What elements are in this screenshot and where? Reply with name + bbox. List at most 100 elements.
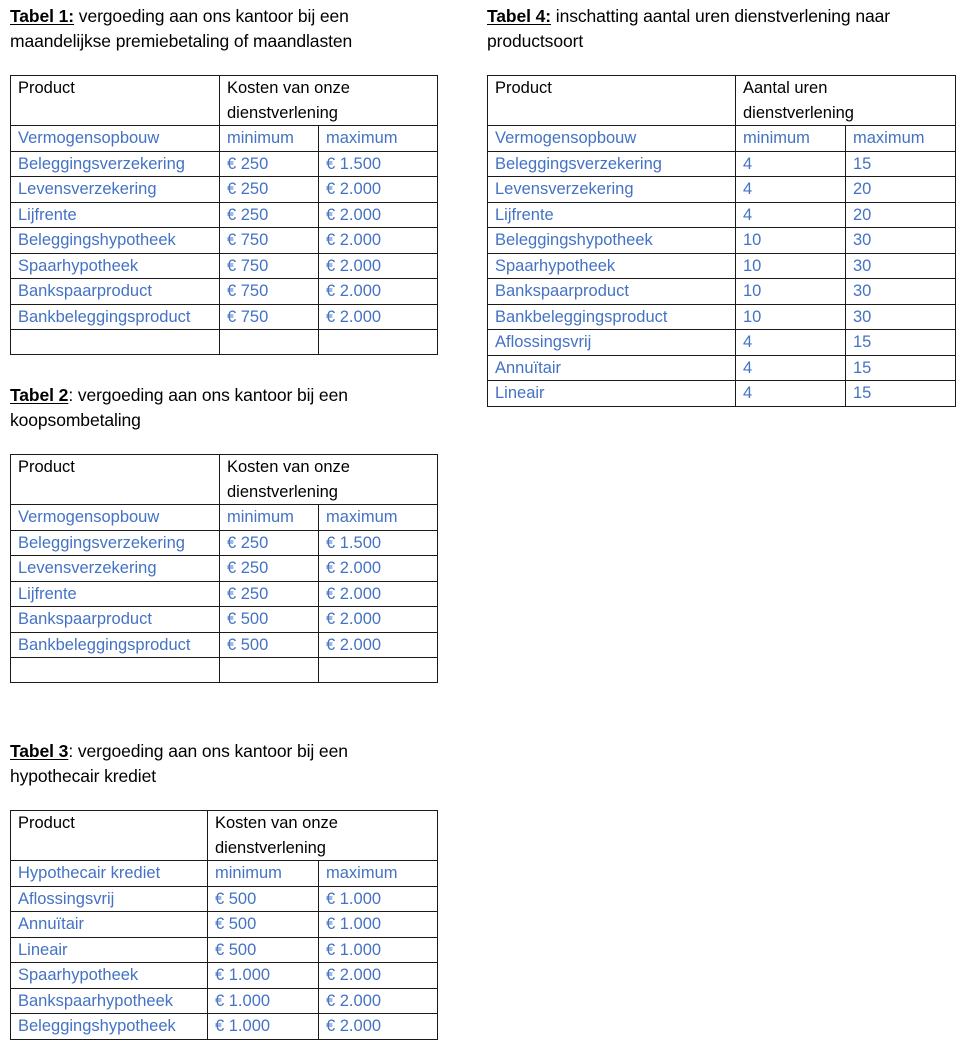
table-3: Product Kosten van onze dienstverlening H… (10, 810, 439, 1040)
table-1: Product Kosten van onze dienstverlening V… (10, 75, 439, 355)
table-2-header-row: Product Kosten van onze dienstverlening (10, 454, 439, 505)
table-row: Lijfrente 4 20 (487, 201, 956, 228)
table-1-heading-label: Tabel 1: (10, 6, 75, 26)
table-1-row-5-product: Bankspaarproduct (10, 278, 220, 305)
table-1-row-4-product: Spaarhypotheek (10, 252, 220, 279)
table-3-header-costs-line2: dienstverlening (215, 838, 326, 857)
table-1-row-6-maximum: € 2.000 (317, 303, 439, 330)
table-3-subheader-category: Hypothecair krediet (10, 860, 208, 887)
table-2-row-4-maximum: € 2.000 (317, 631, 439, 658)
table-4-row-4-maximum: 30 (845, 252, 956, 279)
table-2-row-2-product: Lijfrente (10, 580, 220, 607)
table-2-subheader-minimum: minimum (219, 504, 319, 531)
table-2-row-0-maximum: € 1.500 (317, 529, 439, 556)
table-4-row-7-product: Aflossingsvrij (487, 329, 736, 356)
table-1-row-3-minimum: € 750 (219, 227, 319, 254)
table-3-row-4-maximum: € 2.000 (317, 987, 439, 1014)
table-4-header-hours-line2: dienstverlening (743, 103, 854, 122)
table-4-row-1-product: Levensverzekering (487, 176, 736, 203)
table-3-row-3-product: Spaarhypotheek (10, 962, 208, 989)
table-1-row-6-product: Bankbeleggingsproduct (10, 303, 220, 330)
table-3-body: Product Kosten van onze dienstverlening H… (10, 810, 439, 1040)
table-4-row-5-maximum: 30 (845, 278, 956, 305)
table-1-header-row: Product Kosten van onze dienstverlening (10, 75, 439, 126)
table-row: Bankbeleggingsproduct € 500 € 2.000 (10, 631, 439, 658)
table-3-header-costs-line1: Kosten van onze (215, 814, 338, 832)
table-3-header-row: Product Kosten van onze dienstverlening (10, 810, 439, 861)
table-row: Beleggingshypotheek 10 30 (487, 227, 956, 254)
table-4-row-3-maximum: 30 (845, 227, 956, 254)
table-4-row-8-product: Annuïtair (487, 354, 736, 381)
table-3-row-0-maximum: € 1.000 (317, 885, 439, 912)
table-4-subheader-category: Vermogensopbouw (487, 125, 736, 152)
table-row: Lineair 4 15 (487, 380, 956, 407)
table-4-row-2-maximum: 20 (845, 201, 956, 228)
table-1-row-5-maximum: € 2.000 (317, 278, 439, 305)
table-row: Levensverzekering € 250 € 2.000 (10, 555, 439, 582)
table-1-header-product: Product (10, 75, 220, 126)
table-4-row-9-maximum: 15 (845, 380, 956, 407)
table-2-row-1-minimum: € 250 (219, 555, 319, 582)
table-1-row-5-minimum: € 750 (219, 278, 319, 305)
table-row: Bankspaarproduct € 750 € 2.000 (10, 278, 439, 305)
table-4-row-0-maximum: 15 (845, 150, 956, 177)
table-2-heading-label: Tabel 2 (10, 385, 69, 405)
table-2-row-5-maximum (317, 657, 439, 683)
table-1-row-0-maximum: € 1.500 (317, 150, 439, 177)
table-3-row-3-minimum: € 1.000 (207, 962, 319, 989)
table-row: Aflossingsvrij € 500 € 1.000 (10, 885, 439, 912)
table-4-row-9-minimum: 4 (735, 380, 846, 407)
table-1-subheader-maximum: maximum (317, 125, 439, 152)
table-2-row-3-product: Bankspaarproduct (10, 606, 220, 633)
table-1-row-7-minimum (219, 329, 319, 355)
table-1-subheader-minimum: minimum (219, 125, 319, 152)
table-2-row-2-minimum: € 250 (219, 580, 319, 607)
table-4-row-6-minimum: 10 (735, 303, 846, 330)
table-4-row-6-maximum: 30 (845, 303, 956, 330)
table-4-heading-label: Tabel 4: (487, 6, 552, 26)
table-row: Beleggingsverzekering 4 15 (487, 150, 956, 177)
table-3-row-4-product: Bankspaarhypotheek (10, 987, 208, 1014)
table-4-row-8-minimum: 4 (735, 354, 846, 381)
table-row: Bankspaarproduct € 500 € 2.000 (10, 606, 439, 633)
table-3-row-1-product: Annuïtair (10, 911, 208, 938)
table-3-row-0-minimum: € 500 (207, 885, 319, 912)
table-4-row-5-product: Bankspaarproduct (487, 278, 736, 305)
table-row: Bankbeleggingsproduct € 750 € 2.000 (10, 303, 439, 330)
table-4-header-row: Product Aantal uren dienstverlening (487, 75, 956, 126)
table-1-row-3-maximum: € 2.000 (317, 227, 439, 254)
table-4-heading: Tabel 4: inschatting aantal uren dienstv… (487, 4, 955, 53)
table-3-row-2-maximum: € 1.000 (317, 936, 439, 963)
table-row: Spaarhypotheek 10 30 (487, 252, 956, 279)
table-1-row-7-maximum (317, 329, 439, 355)
table-4-row-1-maximum: 20 (845, 176, 956, 203)
table-3-row-3-maximum: € 2.000 (317, 962, 439, 989)
table-4: Product Aantal uren dienstverlening Vermo… (487, 75, 956, 407)
table-row: Levensverzekering € 250 € 2.000 (10, 176, 439, 203)
table-4-row-4-product: Spaarhypotheek (487, 252, 736, 279)
table-2-row-2-maximum: € 2.000 (317, 580, 439, 607)
table-4-row-2-minimum: 4 (735, 201, 846, 228)
table-2-heading: Tabel 2: vergoeding aan ons kantoor bij … (10, 383, 437, 432)
table-4-header-hours: Aantal uren dienstverlening (735, 75, 956, 126)
table-1-row-0-product: Beleggingsverzekering (10, 150, 220, 177)
table-row: Spaarhypotheek € 1.000 € 2.000 (10, 962, 439, 989)
table-2-subheader-row: Vermogensopbouw minimum maximum (10, 504, 439, 531)
table-4-row-6-product: Bankbeleggingsproduct (487, 303, 736, 330)
table-1-header-costs-line2: dienstverlening (227, 103, 338, 122)
table-2-row-5-product (10, 657, 220, 683)
table-2-header-costs: Kosten van onze dienstverlening (218, 454, 439, 505)
table-2-header-costs-line1: Kosten van onze (227, 458, 350, 476)
table-row: Lineair € 500 € 1.000 (10, 936, 439, 963)
table-3-row-0-product: Aflossingsvrij (10, 885, 208, 912)
table-4-header-product: Product (487, 75, 736, 126)
table-row: Bankbeleggingsproduct 10 30 (487, 303, 956, 330)
table-2-row-0-minimum: € 250 (219, 529, 319, 556)
table-3-subheader-row: Hypothecair krediet minimum maximum (10, 860, 439, 887)
table-1-row-4-minimum: € 750 (219, 252, 319, 279)
table-2-body: Product Kosten van onze dienstverlening V… (10, 454, 439, 683)
table-row: Beleggingshypotheek € 750 € 2.000 (10, 227, 439, 254)
table-3-row-5-minimum: € 1.000 (207, 1013, 319, 1040)
